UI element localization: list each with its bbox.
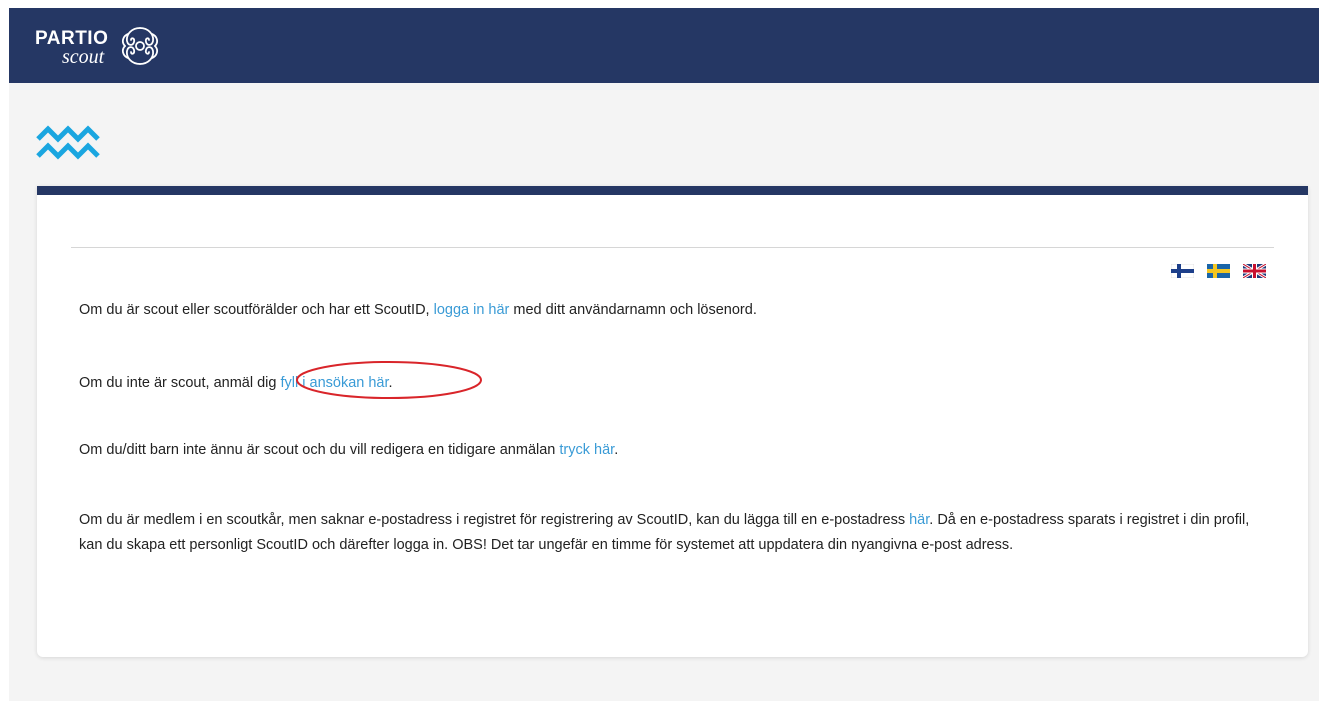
partio-scout-logo[interactable]: PARTIO scout <box>35 22 195 70</box>
page-frame: PARTIO scout Om du är scout eller scoutf… <box>9 8 1319 701</box>
apply-text-before: Om du inte är scout, anmäl dig <box>79 375 281 391</box>
application-link[interactable]: fyll i ansökan här <box>281 375 389 391</box>
card-divider <box>71 247 1274 248</box>
apply-paragraph: Om du inte är scout, anmäl dig fyll i an… <box>79 371 1269 396</box>
logo-text-scout: scout <box>62 46 105 68</box>
edit-text-after: . <box>614 442 619 458</box>
add-email-paragraph: Om du är medlem i en scoutkår, men sakna… <box>79 508 1269 558</box>
apply-text-after: . <box>388 375 393 391</box>
edit-text-before: Om du/ditt barn inte ännu är scout och d… <box>79 442 560 458</box>
email-text-before: Om du är medlem i en scoutkår, men sakna… <box>79 512 910 528</box>
edit-application-link[interactable]: tryck här <box>559 442 614 458</box>
login-link[interactable]: logga in här <box>434 302 510 318</box>
edit-application-paragraph: Om du/ditt barn inte ännu är scout och d… <box>79 438 1269 463</box>
add-email-link[interactable]: här <box>909 512 929 528</box>
scout-emblem-icon <box>121 27 159 65</box>
content-card: Om du är scout eller scoutförälder och h… <box>37 186 1308 657</box>
login-text-after: med ditt användarnamn och lösenord. <box>509 302 757 318</box>
login-paragraph: Om du är scout eller scoutförälder och h… <box>79 298 1269 323</box>
flag-uk-icon[interactable] <box>1243 264 1266 278</box>
flag-finland-icon[interactable] <box>1171 264 1194 278</box>
top-bar: PARTIO scout <box>9 8 1319 83</box>
waves-icon <box>36 125 100 160</box>
flag-sweden-icon[interactable] <box>1207 264 1230 278</box>
language-switcher <box>1171 264 1266 278</box>
login-text-before: Om du är scout eller scoutförälder och h… <box>79 302 434 318</box>
